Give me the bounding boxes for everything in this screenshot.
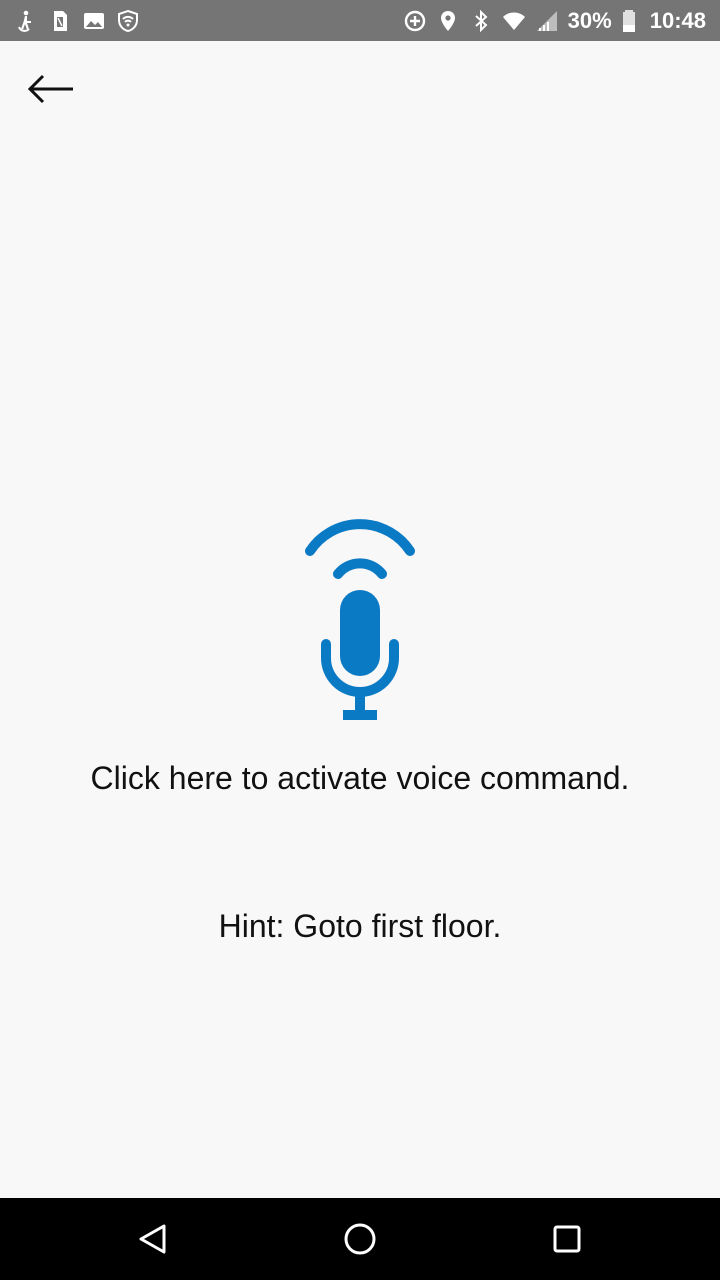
- arrow-left-icon: [27, 74, 73, 104]
- voice-microphone-icon: [305, 519, 415, 720]
- nav-home-icon: [344, 1223, 376, 1255]
- wifi-icon: [502, 12, 525, 30]
- hint-label: Hint: Goto first floor.: [218, 908, 502, 944]
- nav-recents-button[interactable]: [542, 1214, 592, 1264]
- nav-back-button[interactable]: [128, 1214, 178, 1264]
- status-system: 30% 10:48: [403, 6, 706, 35]
- image-icon: [84, 12, 104, 29]
- nav-home-button[interactable]: [335, 1214, 385, 1264]
- status-notifications: [14, 6, 140, 35]
- cell-signal-icon: [536, 10, 557, 31]
- clock: 10:48: [649, 8, 706, 33]
- status-bar: 30% 10:48: [0, 0, 720, 41]
- bluetooth-icon: [475, 9, 488, 32]
- navigation-bar: [0, 1198, 720, 1280]
- battery-percent: 30%: [567, 8, 612, 33]
- nav-back-icon: [139, 1224, 166, 1254]
- data-saver-icon: [404, 10, 425, 31]
- voice-command-button[interactable]: [300, 512, 420, 726]
- battery-icon: [622, 9, 635, 32]
- accessibility-icon: [18, 10, 31, 32]
- back-button[interactable]: [22, 64, 82, 114]
- location-icon: [440, 10, 455, 31]
- activate-voice-label[interactable]: Click here to activate voice command.: [0, 758, 720, 798]
- shield-wifi-icon: [118, 9, 138, 32]
- sim-card-icon: [54, 10, 67, 31]
- nav-recents-icon: [553, 1225, 581, 1253]
